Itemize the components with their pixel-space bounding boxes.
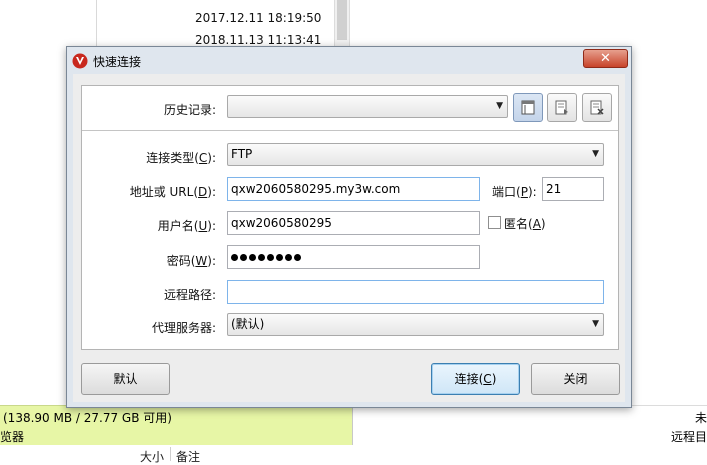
connection-type-label: 连接类型(C): — [146, 151, 216, 165]
history-save-button[interactable] — [513, 93, 543, 122]
proxy-label: 代理服务器: — [151, 321, 216, 335]
column-header-divider[interactable] — [170, 447, 171, 461]
dropdown-arrow-icon: ▼ — [592, 319, 599, 329]
anonymous-label: 匿名(A) — [504, 217, 546, 231]
dialog-body: 历史记录: ▼ 连接类型(C): FTP ▼ 地址或 URL(D): qxw20… — [73, 74, 625, 402]
dropdown-arrow-icon: ▼ — [496, 101, 503, 111]
history-label: 历史记录: — [163, 103, 216, 117]
port-input[interactable]: 21 — [542, 177, 604, 201]
document-delete-icon — [590, 100, 604, 115]
port-label: 端口(P): — [492, 185, 537, 199]
connection-type-value: FTP — [231, 147, 253, 161]
anonymous-checkbox[interactable] — [488, 216, 501, 229]
local-status-bar: (138.90 MB / 27.77 GB 可用) 览器 — [0, 405, 352, 445]
default-button[interactable]: 默认 — [81, 363, 170, 395]
url-label: 地址或 URL(D): — [129, 185, 216, 199]
file-date: 2018.11.13 11:13:41 — [195, 33, 322, 47]
password-dot — [231, 254, 238, 261]
password-dot — [285, 254, 292, 261]
column-header-note[interactable]: 备注 — [176, 448, 200, 465]
history-combobox[interactable]: ▼ — [227, 95, 508, 118]
scrollbar-thumb[interactable] — [337, 0, 347, 40]
remote-status-bar: 未 远程目 — [352, 405, 707, 445]
history-delete-button[interactable] — [582, 93, 612, 122]
dialog-title: 快速连接 — [93, 55, 142, 69]
close-button[interactable]: 关闭 — [531, 363, 620, 395]
file-date: 2017.12.11 18:19:50 — [195, 11, 322, 25]
quick-connect-dialog: 快速连接 ✕ 历史记录: ▼ 连接类型(C): FTP ▼ 地址或 URL(D)… — [66, 46, 632, 408]
history-add-button[interactable] — [547, 93, 577, 122]
remote-path-input[interactable] — [227, 280, 604, 304]
close-window-button[interactable]: ✕ — [583, 49, 628, 68]
password-dot — [267, 254, 274, 261]
password-dot — [276, 254, 283, 261]
username-label: 用户名(U): — [157, 219, 216, 233]
proxy-value: (默认) — [231, 317, 265, 331]
document-add-icon — [555, 100, 568, 115]
password-dot — [258, 254, 265, 261]
proxy-select[interactable]: (默认) ▼ — [227, 313, 604, 336]
password-dot — [294, 254, 301, 261]
remote-status-text: 未 — [694, 411, 707, 425]
username-input[interactable]: qxw2060580295 — [227, 211, 480, 235]
connection-type-select[interactable]: FTP ▼ — [227, 143, 604, 166]
password-dot — [249, 254, 256, 261]
window-layout-icon — [521, 100, 535, 115]
url-input[interactable]: qxw2060580295.my3w.com — [227, 177, 480, 201]
dialog-titlebar[interactable]: 快速连接 ✕ — [67, 47, 631, 73]
remote-dir-label: 远程目 — [670, 430, 707, 444]
password-dot — [240, 254, 247, 261]
connection-settings-group: 历史记录: ▼ 连接类型(C): FTP ▼ 地址或 URL(D): qxw20… — [81, 85, 619, 350]
local-browser-label: 览器 — [0, 430, 25, 444]
password-mask — [231, 250, 303, 264]
password-input[interactable] — [227, 245, 480, 269]
disk-space-text: (138.90 MB / 27.77 GB 可用) — [3, 411, 172, 425]
group-divider — [82, 130, 618, 131]
dropdown-arrow-icon: ▼ — [592, 149, 599, 159]
remote-path-label: 远程路径: — [163, 288, 216, 302]
connect-button[interactable]: 连接(C) — [431, 363, 520, 395]
app-logo-icon — [72, 53, 88, 69]
password-label: 密码(W): — [166, 254, 216, 268]
column-header-size[interactable]: 大小 — [140, 448, 164, 465]
